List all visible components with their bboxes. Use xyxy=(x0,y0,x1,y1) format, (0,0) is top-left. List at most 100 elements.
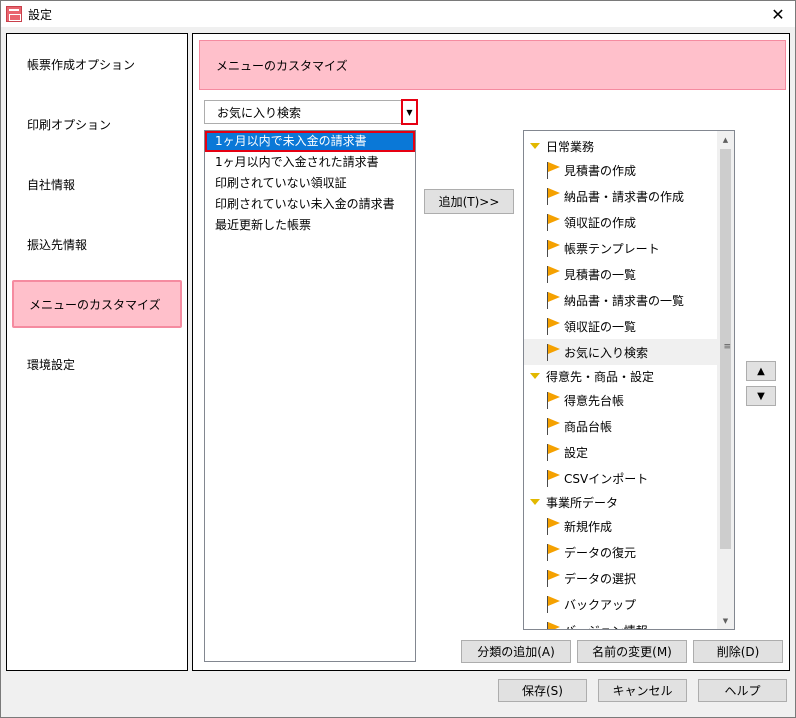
tree-item[interactable]: お気に入り検索 xyxy=(524,339,718,365)
flag-icon xyxy=(546,469,560,487)
tree-item-label: 新規作成 xyxy=(564,519,613,534)
tree-item-label: 納品書・請求書の一覧 xyxy=(564,293,685,308)
sidebar: 帳票作成オプション 印刷オプション 自社情報 振込先情報 メニューのカスタマイズ… xyxy=(6,33,188,671)
tree-item[interactable]: データの復元 xyxy=(524,539,718,565)
tree-item[interactable]: 帳票テンプレート xyxy=(524,235,718,261)
flag-icon xyxy=(546,239,560,257)
list-item[interactable]: 1ヶ月以内で入金された請求書 xyxy=(205,152,415,173)
flag-icon xyxy=(546,317,560,335)
category-combobox[interactable]: お気に入り検索 ▼ xyxy=(204,99,418,125)
tree-item-label: 見積書の一覧 xyxy=(564,267,637,282)
close-icon: ✕ xyxy=(771,4,785,24)
tree-item-label: 得意先台帳 xyxy=(564,393,625,408)
sidebar-item-company-info[interactable]: 自社情報 xyxy=(12,160,182,208)
menu-tree[interactable]: 日常業務 見積書の作成 納品書・請求書の作成 領収証の作成 帳票テンプレート 見… xyxy=(523,130,735,630)
tree-item[interactable]: 納品書・請求書の作成 xyxy=(524,183,718,209)
tree-item[interactable]: 納品書・請求書の一覧 xyxy=(524,287,718,313)
close-button[interactable]: ✕ xyxy=(761,1,795,27)
flag-icon xyxy=(546,517,560,535)
tree-item-label: 領収証の一覧 xyxy=(564,319,637,334)
tree-item-label: バージョン情報 xyxy=(564,622,648,630)
move-up-button[interactable]: ▲ xyxy=(746,361,776,381)
tree-item-label: お気に入り検索 xyxy=(564,345,649,360)
flag-icon xyxy=(546,569,560,587)
scroll-down-button[interactable]: ▼ xyxy=(717,612,734,629)
list-item[interactable]: 印刷されていない未入金の請求書 xyxy=(205,194,415,215)
tree-item[interactable]: 領収証の作成 xyxy=(524,209,718,235)
title-bar: 設定 ✕ xyxy=(1,1,795,27)
tree-item[interactable]: 商品台帳 xyxy=(524,413,718,439)
flag-icon xyxy=(546,187,560,205)
main-panel: メニューのカスタマイズ お気に入り検索 ▼ 1ヶ月以内で未入金の請求書 1ヶ月以… xyxy=(192,33,790,671)
flag-icon xyxy=(546,391,560,409)
flag-icon xyxy=(546,417,560,435)
expand-triangle-icon[interactable] xyxy=(530,373,540,379)
add-button[interactable]: 追加(T)>> xyxy=(424,189,514,214)
tree-item[interactable]: 見積書の作成 xyxy=(524,157,718,183)
expand-triangle-icon[interactable] xyxy=(530,143,540,149)
tree-item[interactable]: バックアップ xyxy=(524,591,718,617)
list-item[interactable]: 1ヶ月以内で未入金の請求書 xyxy=(205,131,415,152)
sidebar-item-bank-info[interactable]: 振込先情報 xyxy=(12,220,182,268)
app-icon xyxy=(6,6,22,22)
flag-icon xyxy=(546,265,560,283)
dropdown-button[interactable]: ▼ xyxy=(401,99,418,125)
tree-item-label: 見積書の作成 xyxy=(564,163,637,178)
arrow-down-icon: ▼ xyxy=(757,390,765,402)
tree-item[interactable]: 見積書の一覧 xyxy=(524,261,718,287)
tree-item[interactable]: 新規作成 xyxy=(524,513,718,539)
scroll-up-icon: ▲ xyxy=(722,135,729,144)
tree-item-label: バックアップ xyxy=(564,597,637,612)
flag-icon xyxy=(546,343,560,361)
scroll-down-icon: ▼ xyxy=(722,616,729,625)
flag-icon xyxy=(546,443,560,461)
tree-item-label: 商品台帳 xyxy=(564,419,613,434)
tree-item[interactable]: CSVインポート xyxy=(524,465,718,491)
rename-button[interactable]: 名前の変更(M) xyxy=(577,640,687,663)
list-item[interactable]: 最近更新した帳票 xyxy=(205,215,415,236)
tree-group-label: 事業所データ xyxy=(546,495,619,510)
tree-item-label: データの選択 xyxy=(564,571,637,586)
flag-icon xyxy=(546,595,560,613)
tree-item[interactable]: 領収証の一覧 xyxy=(524,313,718,339)
tree-group[interactable]: 得意先・商品・設定 xyxy=(524,365,718,387)
flag-icon xyxy=(546,213,560,231)
tree-item-label: CSVインポート xyxy=(564,471,649,486)
tree-group-label: 得意先・商品・設定 xyxy=(546,369,655,384)
list-item[interactable]: 印刷されていない領収証 xyxy=(205,173,415,194)
tree-item[interactable]: バージョン情報 xyxy=(524,617,718,630)
sidebar-item-menu-customize[interactable]: メニューのカスタマイズ xyxy=(12,280,182,328)
delete-button[interactable]: 削除(D) xyxy=(693,640,783,663)
tree-item-label: 領収証の作成 xyxy=(564,215,637,230)
tree-item-label: 納品書・請求書の作成 xyxy=(564,189,685,204)
arrow-up-icon: ▲ xyxy=(757,365,765,377)
cancel-button[interactable]: キャンセル xyxy=(598,679,687,702)
tree-group[interactable]: 日常業務 xyxy=(524,135,718,157)
tree-group[interactable]: 事業所データ xyxy=(524,491,718,513)
tree-item[interactable]: 得意先台帳 xyxy=(524,387,718,413)
tree-item[interactable]: データの選択 xyxy=(524,565,718,591)
settings-window: 設定 ✕ 帳票作成オプション 印刷オプション 自社情報 振込先情報 メニューのカ… xyxy=(0,0,796,718)
sidebar-item-environment[interactable]: 環境設定 xyxy=(12,340,182,388)
scroll-up-button[interactable]: ▲ xyxy=(717,131,734,148)
search-list[interactable]: 1ヶ月以内で未入金の請求書 1ヶ月以内で入金された請求書 印刷されていない領収証… xyxy=(204,130,416,662)
tree-item[interactable]: 設定 xyxy=(524,439,718,465)
page-title: メニューのカスタマイズ xyxy=(199,40,786,90)
flag-icon xyxy=(546,161,560,179)
flag-icon xyxy=(546,291,560,309)
sidebar-item-report-options[interactable]: 帳票作成オプション xyxy=(12,40,182,88)
chevron-down-icon: ▼ xyxy=(406,107,413,117)
add-category-button[interactable]: 分類の追加(A) xyxy=(461,640,571,663)
combobox-value: お気に入り検索 xyxy=(217,105,302,120)
vertical-scrollbar[interactable]: ▲ ≡ ▼ xyxy=(717,131,734,629)
tree-item-label: 設定 xyxy=(564,445,589,460)
scroll-grip-icon: ≡ xyxy=(723,342,731,352)
move-down-button[interactable]: ▼ xyxy=(746,386,776,406)
save-button[interactable]: 保存(S) xyxy=(498,679,587,702)
tree-item-label: 帳票テンプレート xyxy=(564,241,660,256)
expand-triangle-icon[interactable] xyxy=(530,499,540,505)
help-button[interactable]: ヘルプ xyxy=(698,679,787,702)
tree-item-label: データの復元 xyxy=(564,545,637,560)
flag-icon xyxy=(546,621,560,629)
sidebar-item-print-options[interactable]: 印刷オプション xyxy=(12,100,182,148)
